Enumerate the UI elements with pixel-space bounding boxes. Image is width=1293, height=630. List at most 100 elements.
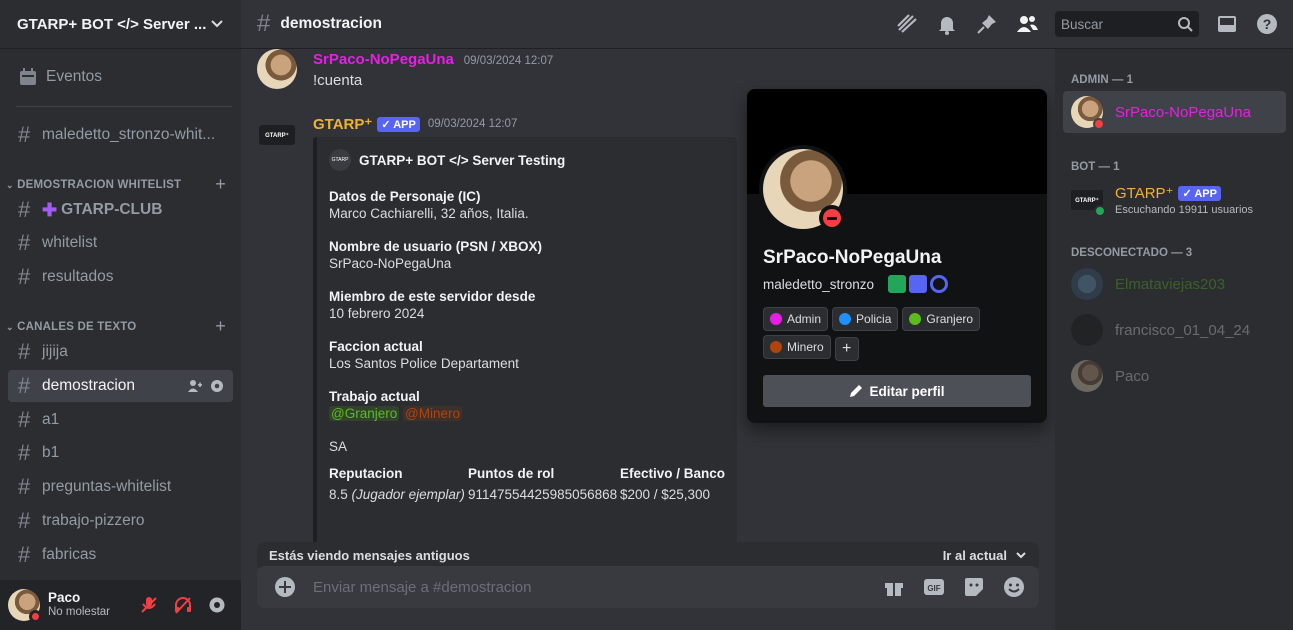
emoji-icon[interactable] [1003, 576, 1025, 598]
gear-icon[interactable] [209, 378, 225, 394]
category-canales[interactable]: ⌄ CANALES DE TEXTO + [6, 316, 234, 337]
embed-field: Miembro de este servidor desde 10 febrer… [329, 289, 725, 321]
chevron-down-icon [211, 20, 223, 28]
sticker-icon[interactable] [963, 576, 985, 598]
channel-whitelist[interactable]: # whitelist [8, 227, 233, 259]
events-item[interactable]: Eventos [8, 61, 233, 93]
jump-to-present-button[interactable]: Ir al actual [943, 548, 1027, 563]
channel-b1[interactable]: # b1 [8, 437, 233, 469]
channel-label: resultados [42, 268, 114, 285]
message-author[interactable]: SrPaco-NoPegaUna [313, 51, 454, 68]
dnd-status-icon [29, 610, 42, 623]
add-role-button[interactable]: + [834, 337, 859, 361]
channel-demostracion[interactable]: # demostracion [8, 370, 233, 402]
members-icon[interactable] [1015, 12, 1039, 36]
member-item[interactable]: GTARP⁺ GTARP⁺ ✓ APP Escuchando 19911 usu… [1063, 178, 1286, 222]
member-name: GTARP⁺ [1115, 185, 1174, 202]
channel-topbar: # demostracion Buscar ? [241, 0, 1293, 49]
member-list: ADMIN — 1 SrPaco-NoPegaUna BOT — 1 GTARP… [1055, 49, 1293, 630]
avatar[interactable] [257, 49, 297, 89]
category-demostracion[interactable]: ⌄ DEMOSTRACION WHITELIST + [6, 174, 234, 195]
embed-field: Trabajo actual @Granjero @Minero [329, 389, 725, 421]
embed-field: Datos de Personaje (IC) Marco Cachiarell… [329, 189, 725, 221]
user-status: No molestar [48, 606, 110, 618]
role-policia[interactable]: Policia [832, 307, 899, 331]
gift-icon[interactable] [883, 576, 905, 598]
avatar [1071, 268, 1103, 300]
svg-text:GIF: GIF [927, 584, 940, 593]
embed-inline-fields: Reputacion 8.5 (Jugador ejemplar) Puntos… [329, 466, 725, 502]
headphones-muted-icon[interactable] [173, 595, 193, 615]
help-icon[interactable]: ? [1255, 12, 1279, 36]
app-badge: ✓ APP [377, 116, 420, 132]
channel-label: fabricas [42, 546, 97, 563]
channel-trabajo[interactable]: # trabajo-pizzero [8, 505, 233, 537]
field-value: 8.5 [329, 487, 348, 502]
badge-icon[interactable] [930, 275, 949, 293]
hash-icon: # [18, 339, 31, 364]
role-granjero[interactable]: Granjero [902, 307, 981, 331]
member-category: DESCONECTADO — 3 [1071, 247, 1193, 259]
channel-preguntas[interactable]: # preguntas-whitelist [8, 471, 233, 503]
channel-jijija[interactable]: # jijija [8, 336, 233, 368]
member-item[interactable]: Elmataviejas203 [1063, 263, 1286, 305]
channel-resultados[interactable]: # resultados [8, 261, 233, 293]
avatar [1071, 360, 1103, 392]
role-admin[interactable]: Admin [763, 307, 829, 331]
hash-icon: # [18, 508, 31, 533]
divider [16, 106, 232, 107]
add-channel-icon[interactable]: + [215, 174, 226, 195]
bot-avatar[interactable]: GTARP⁺ [259, 125, 295, 145]
add-channel-icon[interactable]: + [215, 316, 226, 337]
role-mention-minero[interactable]: @Minero [403, 406, 462, 421]
field-name: Puntos de rol [467, 466, 555, 481]
member-item[interactable]: Paco [1063, 355, 1286, 397]
app-badge-label: APP [1194, 187, 1217, 200]
mic-muted-icon[interactable] [139, 595, 159, 615]
member-category: BOT — 1 [1071, 161, 1120, 173]
jump-label: Ir al actual [942, 547, 1007, 563]
field-name: Trabajo actual [329, 389, 420, 404]
channel-label: demostracion [42, 377, 136, 394]
channel-top[interactable]: # maledetto_stronzo-whit... [8, 119, 233, 151]
search-input[interactable]: Buscar [1055, 11, 1199, 37]
dnd-status-icon [1093, 118, 1105, 130]
gif-icon[interactable]: GIF [923, 576, 945, 598]
add-member-icon[interactable] [187, 378, 203, 394]
hash-icon: # [18, 407, 31, 432]
member-item[interactable]: SrPaco-NoPegaUna [1063, 91, 1286, 133]
member-item[interactable]: francisco_01_04_24 [1063, 309, 1286, 351]
field-name: Efectivo / Banco [619, 466, 725, 481]
embed-field: Faccion actual Los Santos Police Departa… [329, 339, 725, 371]
channel-a1[interactable]: # a1 [8, 404, 233, 436]
inbox-icon[interactable] [1215, 12, 1239, 36]
message-input[interactable]: Enviar mensaje a #demostracion [313, 579, 531, 596]
badge-icon[interactable] [909, 275, 928, 293]
role-mention-granjero[interactable]: @Granjero [329, 406, 400, 421]
edit-profile-button[interactable]: Editar perfil [763, 375, 1031, 407]
server-header[interactable]: GTARP+ BOT </> Server ... [0, 0, 241, 49]
channel-fabricas[interactable]: # fabricas [8, 539, 233, 571]
badge-icon[interactable] [888, 275, 907, 293]
gear-icon[interactable] [207, 595, 227, 615]
role-minero[interactable]: Minero [763, 335, 831, 359]
message-timestamp: 09/03/2024 12:07 [427, 118, 518, 130]
app-badge: ✓ APP [1178, 185, 1221, 201]
online-status-icon [1094, 205, 1106, 217]
message-author[interactable]: GTARP⁺ [313, 115, 372, 133]
field-value: Marco Cachiarelli, 32 años, Italia. [329, 206, 529, 221]
channel-gtarp-club[interactable]: # ✚ GTARP-CLUB [8, 194, 233, 226]
avatar[interactable] [8, 589, 42, 623]
category-label: CANALES DE TEXTO [17, 320, 137, 333]
member-name: Elmataviejas203 [1115, 275, 1226, 293]
field-value: 10 febrero 2024 [329, 306, 425, 321]
message-text: !cuenta [313, 72, 363, 89]
channel-label: whitelist [42, 234, 98, 251]
threads-icon[interactable] [895, 12, 919, 36]
add-attachment-icon[interactable] [273, 575, 297, 599]
pin-icon[interactable] [975, 12, 999, 36]
profile-display-name: SrPaco-NoPegaUna [763, 247, 942, 268]
bell-icon[interactable] [935, 12, 959, 36]
field-value: SrPaco-NoPegaUna [329, 256, 452, 271]
message-header: GTARP⁺ ✓ APP 09/03/2024 12:07 [313, 115, 517, 133]
